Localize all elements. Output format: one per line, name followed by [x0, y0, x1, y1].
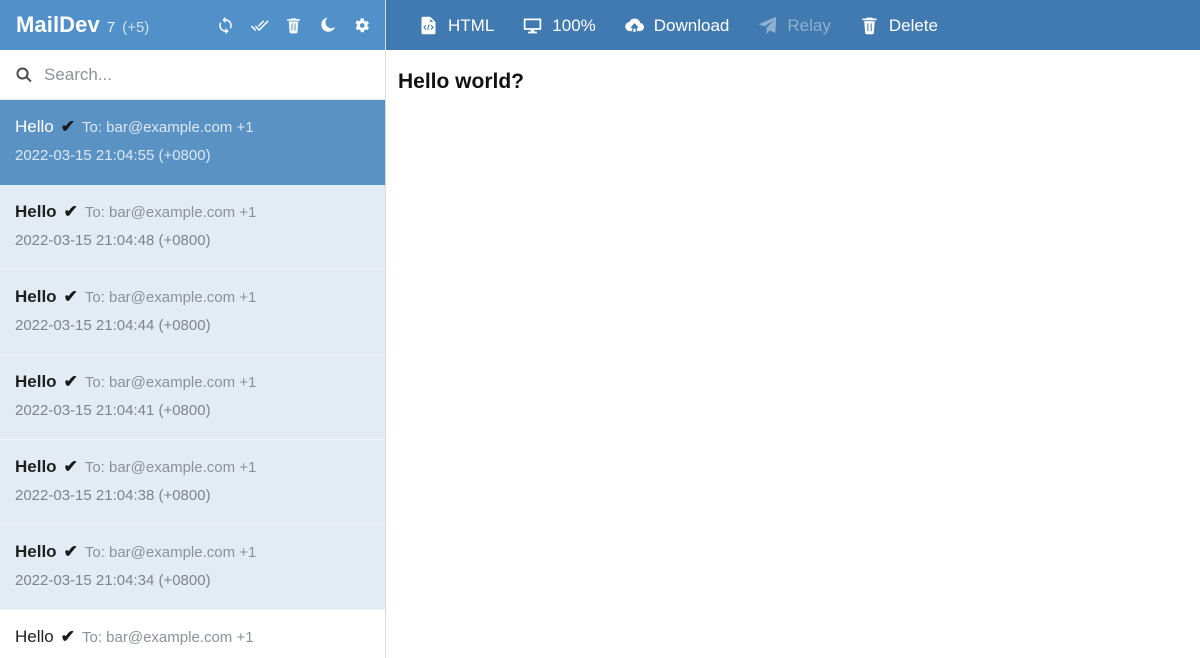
email-row-primary: Hello ✔ To: bar@example.com +1 [15, 201, 371, 223]
email-subject: Hello [15, 116, 54, 137]
read-check-icon: ✔ [64, 371, 78, 392]
app-title: MailDev [16, 12, 100, 38]
email-list-item[interactable]: Hello ✔ To: bar@example.com +1 2022-03-1… [0, 440, 385, 525]
email-row-primary: Hello ✔ To: bar@example.com +1 [15, 371, 371, 393]
trash-icon [859, 15, 880, 36]
relay-button: Relay [743, 9, 844, 42]
dark-mode-icon[interactable] [318, 16, 337, 35]
search-bar[interactable] [0, 50, 385, 100]
email-list-item[interactable]: Hello ✔ To: bar@example.com +1 2022-03-1… [0, 525, 385, 610]
cloud-download-icon [624, 15, 645, 36]
email-recipients: To: bar@example.com +1 [85, 544, 257, 563]
read-check-icon: ✔ [61, 116, 75, 137]
email-list[interactable]: Hello ✔ To: bar@example.com +1 2022-03-1… [0, 100, 385, 658]
email-date: 2022-03-15 21:04:38 (+0800) [15, 487, 371, 504]
email-date: 2022-03-15 21:04:44 (+0800) [15, 317, 371, 334]
email-subject: Hello [15, 626, 54, 647]
email-toolbar: HTML 100% Download Relay [386, 0, 1200, 50]
app-brand: MailDev 7 (+5) [16, 12, 149, 38]
relay-label: Relay [787, 17, 830, 34]
zoom-level-label: 100% [552, 17, 595, 34]
email-date: 2022-03-15 21:04:41 (+0800) [15, 402, 371, 419]
email-subject: Hello [15, 456, 57, 477]
email-subject: Hello [15, 371, 57, 392]
email-list-item[interactable]: Hello ✔ To: bar@example.com +1 2022-03-1… [0, 100, 385, 185]
email-row-primary: Hello ✔ To: bar@example.com +1 [15, 456, 371, 478]
email-count: 7 [107, 19, 115, 36]
email-subject: Hello [15, 286, 57, 307]
refresh-icon[interactable] [216, 16, 235, 35]
email-list-item[interactable]: Hello ✔ To: bar@example.com +1 2022-03-1… [0, 270, 385, 355]
email-subject: Hello [15, 541, 57, 562]
settings-icon[interactable] [352, 16, 371, 35]
email-subject: Hello [15, 201, 57, 222]
main-panel: HTML 100% Download Relay [386, 0, 1200, 658]
paper-plane-icon [757, 15, 778, 36]
sidebar: MailDev 7 (+5) [0, 0, 386, 658]
zoom-level-button[interactable]: 100% [508, 9, 609, 42]
email-row-primary: Hello ✔ To: bar@example.com +1 [15, 286, 371, 308]
delete-all-icon[interactable] [284, 16, 303, 35]
email-body-panel: Hello world? [386, 50, 1200, 658]
search-icon [15, 66, 33, 84]
file-code-icon [418, 15, 439, 36]
delete-button[interactable]: Delete [845, 9, 952, 42]
sidebar-header: MailDev 7 (+5) [0, 0, 385, 50]
email-recipients: To: bar@example.com +1 [85, 374, 257, 393]
download-label: Download [654, 17, 730, 34]
email-list-item[interactable]: Hello ✔ To: bar@example.com +1 2022-03-1… [0, 185, 385, 270]
delete-label: Delete [889, 17, 938, 34]
mark-all-read-icon[interactable] [250, 16, 269, 35]
read-check-icon: ✔ [64, 201, 78, 222]
email-extra-count: (+5) [122, 19, 149, 36]
email-date: 2022-03-15 21:04:34 (+0800) [15, 572, 371, 589]
html-view-label: HTML [448, 17, 494, 34]
read-check-icon: ✔ [64, 541, 78, 562]
download-button[interactable]: Download [610, 9, 744, 42]
maildev-app: MailDev 7 (+5) [0, 0, 1200, 658]
search-input[interactable] [44, 50, 371, 99]
email-list-item[interactable]: Hello ✔ To: bar@example.com +1 [0, 610, 385, 658]
email-date: 2022-03-15 21:04:48 (+0800) [15, 232, 371, 249]
email-row-primary: Hello ✔ To: bar@example.com +1 [15, 541, 371, 563]
email-list-item[interactable]: Hello ✔ To: bar@example.com +1 2022-03-1… [0, 355, 385, 440]
email-row-primary: Hello ✔ To: bar@example.com +1 [15, 626, 371, 648]
email-recipients: To: bar@example.com +1 [85, 459, 257, 478]
monitor-icon [522, 15, 543, 36]
email-recipients: To: bar@example.com +1 [85, 289, 257, 308]
email-row-primary: Hello ✔ To: bar@example.com +1 [15, 116, 371, 138]
read-check-icon: ✔ [64, 456, 78, 477]
email-body-text: Hello world? [398, 68, 1200, 95]
email-recipients: To: bar@example.com +1 [82, 629, 254, 648]
email-date: 2022-03-15 21:04:55 (+0800) [15, 147, 371, 164]
sidebar-header-actions [216, 16, 371, 35]
html-view-button[interactable]: HTML [404, 9, 508, 42]
read-check-icon: ✔ [64, 286, 78, 307]
read-check-icon: ✔ [61, 626, 75, 647]
email-recipients: To: bar@example.com +1 [82, 119, 254, 138]
email-recipients: To: bar@example.com +1 [85, 204, 257, 223]
